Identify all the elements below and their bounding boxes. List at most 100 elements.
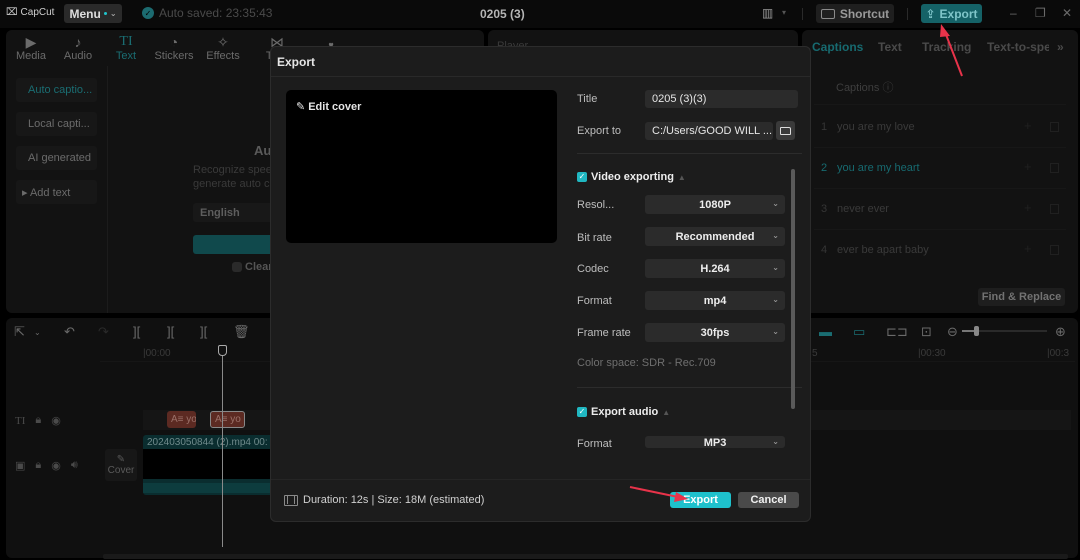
add-icon[interactable]: + [1024,159,1032,174]
link-icon[interactable]: ▭ [853,324,865,340]
lock-icon[interactable]: 🔒︎ [35,459,41,472]
tick-label: 5 [812,348,818,359]
volume-icon[interactable]: 🔊︎ [71,459,78,472]
tab-effects[interactable]: ✧ Effects [198,30,248,66]
sidebar-item-add-text[interactable]: ▸ Add text [16,180,97,204]
video-clip[interactable]: 202403050844 (2).mp4 00: [143,435,273,495]
split-icon[interactable]: ][ [133,324,140,339]
generate-button[interactable] [193,235,273,254]
frame-rate-select[interactable]: 30fps ⌄ [645,323,785,342]
codec-select[interactable]: H.264 ⌄ [645,259,785,278]
tab-audio[interactable]: ♪ Audio [53,30,103,66]
playhead[interactable] [222,347,223,547]
caption-text[interactable]: never ever [837,203,889,215]
playhead-handle[interactable] [218,345,227,356]
redo-icon[interactable]: ↷ [98,324,109,340]
cover-button[interactable]: ✎ Cover [105,449,137,481]
sidebar-item-auto-captions[interactable]: Auto captio... [16,78,97,102]
text-clip[interactable]: A≡ yo [167,411,196,428]
caption-row[interactable]: 3 never ever + [814,190,1066,230]
browse-folder-button[interactable] [776,121,795,140]
tab-stickers[interactable]: ◔ Stickers [149,30,199,66]
select-value: 30fps [700,326,730,339]
split-left-icon[interactable]: ][ [167,324,174,339]
tab-tracking[interactable]: Tracking [922,40,971,54]
close-icon[interactable]: ✕ [1062,6,1072,20]
split-right-icon[interactable]: ][ [200,324,207,339]
undo-icon[interactable]: ↶ [64,324,75,340]
collapse-icon[interactable]: ▲ [662,408,670,417]
eye-icon[interactable]: ◉ [51,414,61,427]
restore-icon[interactable]: ❐ [1035,6,1046,20]
sidebar-item-ai-generated[interactable]: AI generated [16,146,97,170]
caption-text[interactable]: you are my love [837,121,915,133]
export-path-input[interactable]: C:/Users/GOOD WILL ... [645,122,773,140]
tab-media[interactable]: ▶ Media [6,30,56,66]
resolution-select[interactable]: 1080P ⌄ [645,195,785,214]
dialog-title: Export [277,55,316,69]
bitrate-select[interactable]: Recommended ⌄ [645,227,785,246]
slider-knob[interactable] [974,326,979,336]
audio-export-checkbox[interactable]: ✓ [577,407,587,417]
audio-format-select[interactable]: MP3 ⌄ [645,436,785,448]
select-tool-icon[interactable]: ⇱ [14,324,25,340]
timeline-scrollbar[interactable] [103,554,1068,559]
eye-icon[interactable]: ◉ [51,459,61,472]
timeline-zoom-slider[interactable] [962,326,1047,336]
edit-cover-label: Edit cover [308,100,362,113]
title-input[interactable]: 0205 (3)(3) [645,90,798,108]
tab-text-to-speech[interactable]: Text-to-spe [987,40,1049,54]
zoom-fit-icon[interactable]: ⊡ [921,324,932,340]
export-top-button[interactable]: ⇪ Export [921,4,982,23]
language-select[interactable]: English [193,203,273,222]
zoom-out-icon[interactable]: ⊖ [947,324,958,340]
lock-icon[interactable]: 🔒︎ [35,414,41,427]
tab-text-props[interactable]: Text [878,40,902,54]
checkbox-icon [232,262,242,272]
preview-axis-icon[interactable]: ⊏⊐ [886,324,908,340]
caption-row[interactable]: 2 you are my heart + [814,149,1066,189]
export-button[interactable]: Export [670,492,731,508]
more-tabs-icon[interactable]: » [1057,40,1064,54]
shortcut-button[interactable]: Shortcut [816,4,894,23]
sidebar-item-local-captions[interactable]: Local capti... [16,112,97,136]
title-bar: ⌧ CapCut Menu ⌄ ✓ Auto saved: 23:35:43 0… [0,0,1080,28]
notification-dot [103,12,107,15]
video-export-section[interactable]: ✓ Video exporting ▲ [577,171,686,183]
text-clip[interactable]: A≡ yo [210,411,245,428]
delete-icon[interactable]: 🗑 [233,324,250,340]
select-value: H.264 [700,262,730,275]
zoom-in-icon[interactable]: ⊕ [1055,324,1066,340]
audio-export-section[interactable]: ✓ Export audio ▲ [577,406,670,418]
caption-text[interactable]: ever be apart baby [837,244,929,256]
dialog-scrollbar[interactable] [791,169,795,409]
video-export-checkbox[interactable]: ✓ [577,172,587,182]
caption-row[interactable]: 4 ever be apart baby + [814,231,1066,271]
minimize-icon[interactable]: – [1010,6,1017,20]
format-select[interactable]: mp4 ⌄ [645,291,785,310]
find-replace-button[interactable]: Find & Replace [978,288,1065,306]
layout-icon[interactable]: ▥ [762,6,773,20]
autosave-status: ✓ Auto saved: 23:35:43 [142,6,272,20]
video-thumbnail [143,449,273,479]
delete-icon[interactable] [1050,122,1059,132]
add-icon[interactable]: + [1024,241,1032,256]
add-icon[interactable]: + [1024,118,1032,133]
collapse-icon[interactable]: ▲ [678,173,686,182]
stickers-icon: ◔ [169,33,179,50]
delete-icon[interactable] [1050,245,1059,255]
tab-text[interactable]: TI Text [101,30,151,66]
chevron-down-icon[interactable]: ▾ [782,8,786,17]
delete-icon[interactable] [1050,204,1059,214]
magnet-icon[interactable]: ▬ [819,324,832,339]
edit-cover-button[interactable]: ✎ Edit cover [296,100,362,114]
add-icon[interactable]: + [1024,200,1032,215]
menu-button[interactable]: Menu ⌄ [64,4,122,23]
caption-text[interactable]: you are my heart [837,162,920,174]
cancel-button[interactable]: Cancel [738,492,799,508]
tab-captions[interactable]: Captions [812,40,863,54]
clear-checkbox[interactable]: Clear [232,261,273,273]
delete-icon[interactable] [1050,163,1059,173]
caption-row[interactable]: 1 you are my love + [814,108,1066,148]
chevron-down-icon[interactable]: ⌄ [34,328,41,337]
